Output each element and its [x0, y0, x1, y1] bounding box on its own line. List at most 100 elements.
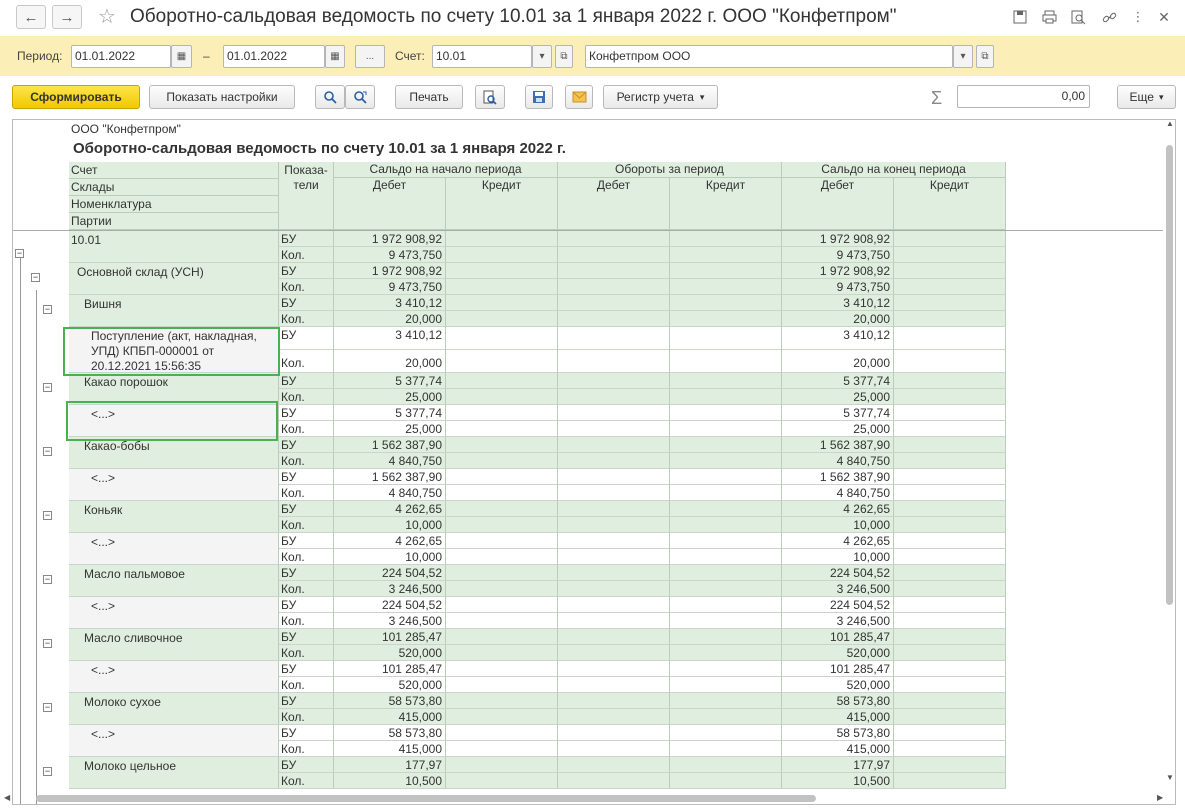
account-dropdown-button[interactable]: ▾	[532, 45, 552, 68]
row-name[interactable]: <...>	[69, 597, 279, 629]
cell-empty	[894, 661, 1006, 677]
cell-kol-value: 3 246,500	[334, 613, 446, 629]
cell-bu-value: 224 504,52	[782, 565, 894, 581]
organization-dropdown-button[interactable]: ▾	[953, 45, 973, 68]
favorite-star-icon[interactable]: ☆	[96, 5, 118, 28]
organization-input[interactable]: Конфетпром ООО	[585, 45, 953, 68]
cell-bu-value: 224 504,52	[334, 565, 446, 581]
cell-empty	[558, 389, 670, 405]
cell-empty	[558, 327, 670, 350]
calendar-to-button[interactable]: ▦	[325, 45, 345, 68]
collapse-toggle-icon[interactable]: −	[43, 383, 52, 392]
search-button[interactable]	[315, 85, 345, 109]
cell-empty	[558, 421, 670, 437]
row-name[interactable]: <...>	[69, 533, 279, 565]
calendar-from-button[interactable]: ▦	[171, 45, 192, 68]
indicator-bu: БУ	[279, 373, 334, 389]
period-dash: –	[203, 49, 210, 63]
row-name[interactable]: Масло пальмовое	[69, 565, 279, 597]
save-report-button[interactable]	[525, 85, 553, 109]
indicator-bu: БУ	[279, 693, 334, 709]
row-name[interactable]: <...>	[69, 725, 279, 757]
row-name[interactable]: 10.01	[69, 231, 279, 263]
save-icon[interactable]	[1009, 6, 1031, 28]
show-settings-button[interactable]: Показать настройки	[149, 85, 295, 109]
cell-empty	[670, 405, 782, 421]
more-button[interactable]: Еще ▾	[1117, 85, 1176, 109]
cell-bu-value: 4 262,65	[334, 501, 446, 517]
more-vertical-icon[interactable]: ⋮	[1127, 6, 1149, 28]
row-name[interactable]: Основной склад (УСН)	[69, 263, 279, 295]
collapse-toggle-icon[interactable]: −	[43, 447, 52, 456]
link-icon[interactable]	[1098, 6, 1120, 28]
cell-empty	[670, 693, 782, 709]
cell-empty	[446, 533, 558, 549]
cell-kol-value: 9 473,750	[782, 279, 894, 295]
register-dropdown-button[interactable]: Регистр учета ▾	[603, 85, 718, 109]
indicator-bu: БУ	[279, 597, 334, 613]
scroll-left-icon[interactable]: ◀	[4, 793, 10, 802]
cell-empty	[446, 613, 558, 629]
indicator-bu: БУ	[279, 661, 334, 677]
cell-empty	[894, 581, 1006, 597]
cell-empty	[446, 295, 558, 311]
report-spreadsheet[interactable]: ООО "Конфетпром" Оборотно-сальдовая ведо…	[12, 119, 1176, 805]
cell-empty	[558, 725, 670, 741]
cell-bu-value: 58 573,80	[334, 693, 446, 709]
cell-empty	[558, 350, 670, 373]
preview-icon[interactable]	[1067, 6, 1089, 28]
email-button[interactable]	[565, 85, 593, 109]
print-button[interactable]: Печать	[395, 85, 463, 109]
collapse-toggle-icon[interactable]: −	[43, 703, 52, 712]
vertical-scroll-thumb[interactable]	[1166, 145, 1173, 605]
row-name[interactable]: Какао-бобы	[69, 437, 279, 469]
row-name[interactable]: Масло сливочное	[69, 629, 279, 661]
cell-empty	[894, 757, 1006, 773]
cell-empty	[894, 533, 1006, 549]
cell-bu-value: 101 285,47	[334, 629, 446, 645]
vertical-scrollbar[interactable]: ▲ ▼	[1165, 119, 1175, 785]
header-indicators: Показа- тели	[279, 162, 334, 230]
cell-empty	[558, 437, 670, 453]
scroll-down-icon[interactable]: ▼	[1166, 773, 1174, 782]
scroll-up-icon[interactable]: ▲	[1166, 119, 1174, 128]
date-to-input[interactable]: 01.01.2022	[223, 45, 325, 68]
register-label: Регистр учета	[616, 90, 694, 104]
cell-empty	[558, 533, 670, 549]
organization-open-button[interactable]: ⧉	[976, 45, 994, 68]
horizontal-scroll-thumb[interactable]	[36, 795, 816, 802]
close-icon[interactable]: ✕	[1153, 6, 1175, 28]
cell-kol-value: 9 473,750	[334, 247, 446, 263]
period-select-button[interactable]: ...	[355, 45, 385, 68]
collapse-toggle-icon[interactable]: −	[43, 305, 52, 314]
preview-button[interactable]	[475, 85, 505, 109]
collapse-toggle-icon[interactable]: −	[31, 273, 40, 282]
row-name[interactable]: Вишня	[69, 295, 279, 327]
print-icon[interactable]	[1038, 6, 1060, 28]
cell-kol-value: 25,000	[782, 421, 894, 437]
collapse-toggle-icon[interactable]: −	[43, 511, 52, 520]
collapse-toggle-icon[interactable]: −	[43, 767, 52, 776]
row-name[interactable]: Молоко сухое	[69, 693, 279, 725]
forward-button[interactable]: →	[52, 5, 82, 29]
cell-bu-value: 101 285,47	[782, 661, 894, 677]
collapse-toggle-icon[interactable]: −	[43, 639, 52, 648]
row-name[interactable]: <...>	[69, 661, 279, 693]
cell-empty	[446, 485, 558, 501]
account-input[interactable]: 10.01	[432, 45, 532, 68]
search-replace-button[interactable]	[345, 85, 375, 109]
generate-button[interactable]: Сформировать	[12, 85, 140, 109]
scroll-right-icon[interactable]: ▶	[1157, 793, 1163, 802]
more-label: Еще	[1129, 90, 1154, 104]
row-name[interactable]: Молоко цельное	[69, 757, 279, 789]
date-from-input[interactable]: 01.01.2022	[71, 45, 171, 68]
back-button[interactable]: ←	[16, 5, 46, 29]
row-name[interactable]: Коньяк	[69, 501, 279, 533]
horizontal-scrollbar[interactable]: ◀ ▶	[4, 793, 1164, 804]
cell-kol-value: 520,000	[334, 677, 446, 693]
row-name[interactable]: <...>	[69, 469, 279, 501]
collapse-toggle-icon[interactable]: −	[43, 575, 52, 584]
account-open-button[interactable]: ⧉	[555, 45, 573, 68]
cell-empty	[894, 565, 1006, 581]
collapse-toggle-icon[interactable]: −	[15, 249, 24, 258]
